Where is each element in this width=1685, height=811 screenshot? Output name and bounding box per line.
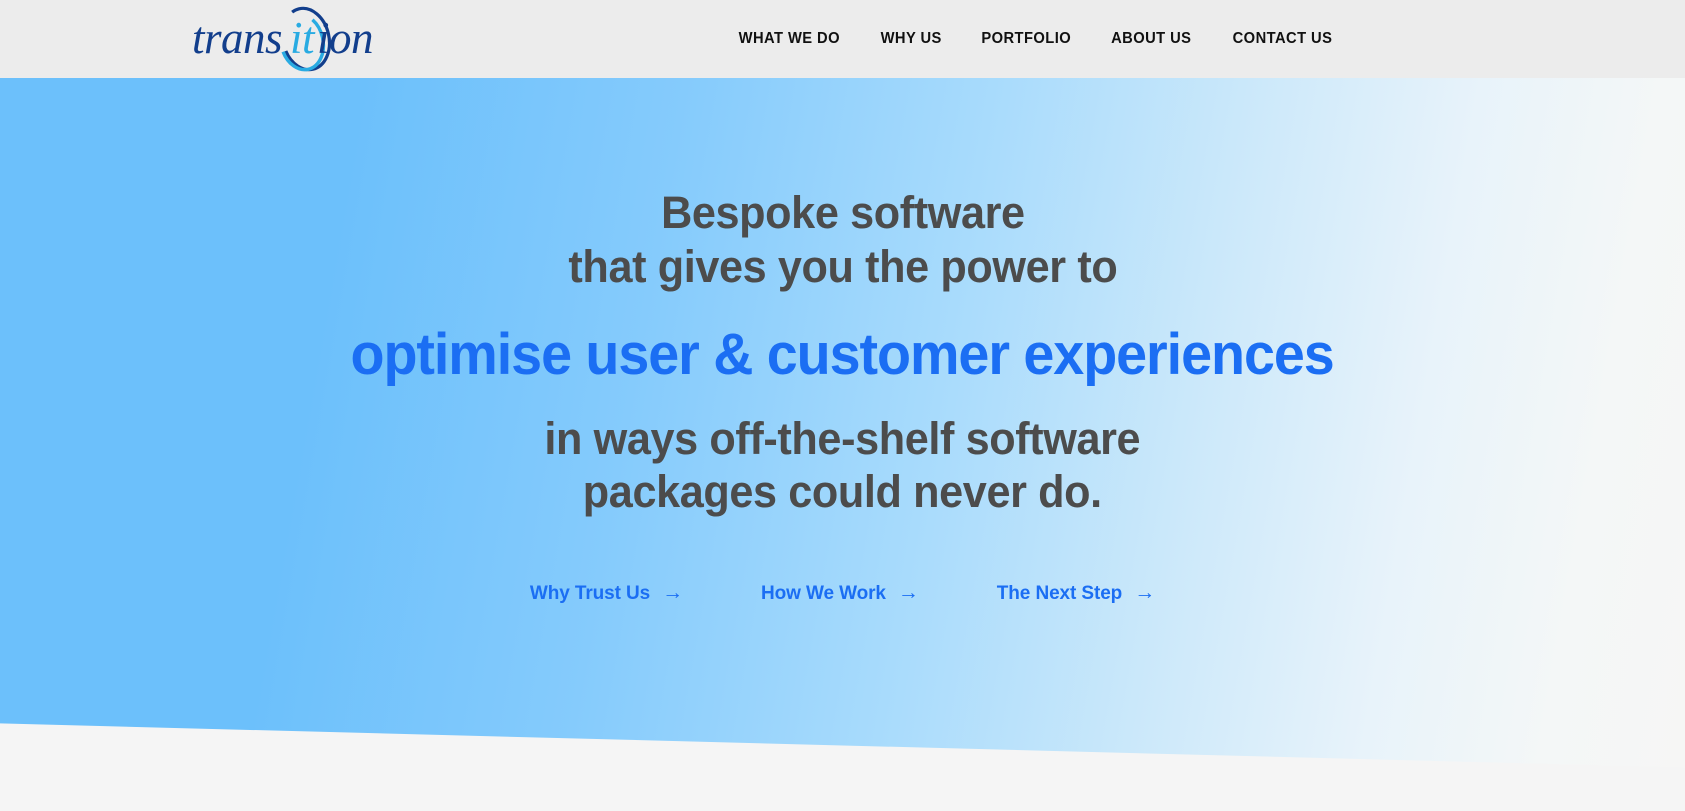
- hero-headline-line3: in ways off-the-shelf software: [544, 412, 1141, 464]
- site-header: trans it ion WHAT WE DO WHY US PORTFOLIO…: [0, 0, 1685, 78]
- arrow-right-icon: →: [662, 581, 683, 605]
- arrow-right-icon: →: [897, 581, 919, 605]
- nav-about-us[interactable]: ABOUT US: [1094, 0, 1209, 78]
- arrow-right-icon: →: [1134, 581, 1156, 605]
- page-root: trans it ion WHAT WE DO WHY US PORTFOLIO…: [0, 0, 1685, 811]
- cta-why-trust-us-label: Why Trust Us: [529, 582, 651, 604]
- svg-text:ion: ion: [317, 13, 373, 63]
- hero-cta-row: Why Trust Us → How We Work → The Next St…: [529, 581, 1156, 605]
- hero-headline-top: Bespoke software that gives you the powe…: [568, 186, 1117, 293]
- transition-logo[interactable]: trans it ion: [190, 6, 390, 72]
- hero-section: Bespoke software that gives you the powe…: [0, 78, 1685, 768]
- cta-how-we-work-label: How We Work: [761, 582, 886, 604]
- svg-text:it: it: [290, 13, 316, 63]
- hero-headline-line2: that gives you the power to: [568, 240, 1117, 292]
- hero-headline-bottom: in ways off-the-shelf software packages …: [545, 412, 1141, 519]
- svg-text:trans: trans: [192, 13, 282, 63]
- nav-contact-us[interactable]: CONTACT US: [1216, 0, 1350, 78]
- cta-how-we-work[interactable]: How We Work →: [761, 581, 919, 605]
- hero-content: Bespoke software that gives you the powe…: [0, 78, 1685, 768]
- cta-why-trust-us[interactable]: Why Trust Us →: [529, 581, 683, 605]
- transition-logo-icon: trans it ion: [192, 6, 374, 72]
- hero-headline-accent: optimise user & customer experiences: [350, 322, 1335, 388]
- main-navigation: WHAT WE DO WHY US PORTFOLIO ABOUT US CON…: [718, 0, 1685, 78]
- hero-headline-line1: Bespoke software: [660, 187, 1025, 238]
- cta-the-next-step-label: The Next Step: [996, 582, 1123, 604]
- cta-the-next-step[interactable]: The Next Step →: [996, 581, 1156, 605]
- hero-headline-line4: packages could never do.: [583, 466, 1102, 518]
- nav-portfolio[interactable]: PORTFOLIO: [964, 0, 1088, 78]
- nav-why-us[interactable]: WHY US: [863, 0, 958, 78]
- nav-what-we-do[interactable]: WHAT WE DO: [721, 0, 857, 78]
